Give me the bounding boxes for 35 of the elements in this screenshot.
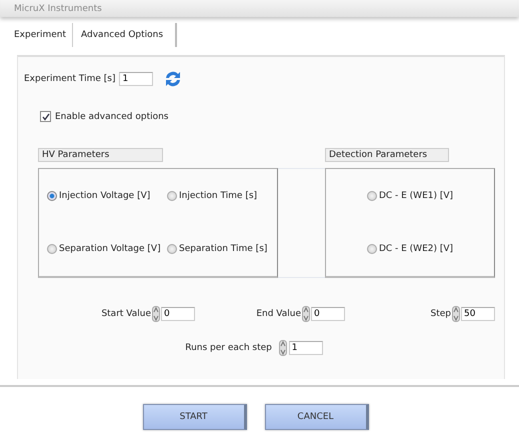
spinner-arrows[interactable] (302, 306, 310, 322)
tab[interactable]: Experiment (8, 23, 74, 47)
radio-button[interactable] (167, 244, 177, 254)
input-field[interactable]: 1 (288, 341, 323, 355)
input-field[interactable]: 50 (461, 307, 495, 321)
group-title: Detection Parameters (325, 148, 449, 162)
radio-label: DC - E (WE1) [V] (378, 190, 454, 201)
field-label: Start Value (101, 309, 151, 319)
radio-button[interactable] (366, 244, 377, 254)
radio-label: Separation Voltage [V] (59, 244, 161, 254)
radio-label: Injection Time [s] (179, 190, 258, 201)
group-title: HV Parameters (38, 148, 163, 162)
radio-label: Separation Time [s] (179, 244, 268, 254)
radio-button[interactable] (167, 190, 177, 201)
input-field[interactable]: 0 (161, 307, 195, 321)
field-label: Runs per each step (185, 343, 272, 353)
window-title: MicruX Instruments (14, 4, 102, 14)
checkbox-label: Enable advanced options (55, 112, 168, 122)
input-field[interactable]: 0 (311, 307, 345, 321)
field-label: Step (430, 309, 451, 319)
field-label: End Value (256, 309, 301, 319)
input-field[interactable]: 1 (119, 72, 154, 86)
dialog-button[interactable]: CANCEL (264, 404, 368, 430)
dialog-button[interactable]: START (142, 404, 246, 430)
field-label: Experiment Time [s] (24, 74, 116, 84)
radio-button[interactable] (366, 190, 377, 201)
spinner-arrows[interactable] (278, 340, 287, 356)
radio-button[interactable] (47, 190, 57, 201)
spinner-arrows[interactable] (152, 306, 160, 322)
radio-button[interactable] (47, 244, 57, 254)
tab[interactable]: Advanced Options (73, 23, 178, 47)
radio-label: DC - E (WE2) [V] (378, 244, 454, 254)
checkbox[interactable] (40, 111, 51, 122)
radio-label: Injection Voltage [V] (59, 190, 150, 201)
spinner-arrows[interactable] (452, 306, 460, 322)
